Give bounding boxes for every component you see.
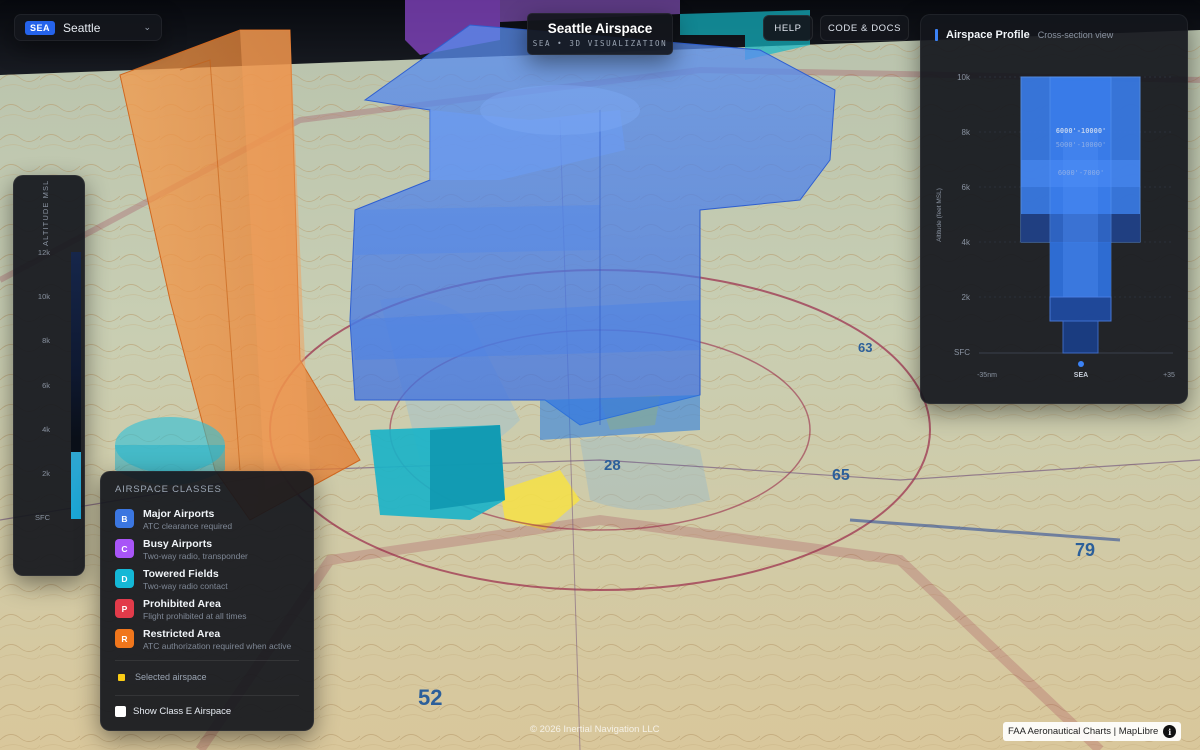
chevron-down-icon: ⌄ bbox=[143, 22, 151, 32]
profile-y-tick: 4k bbox=[962, 238, 971, 247]
legend-divider bbox=[115, 660, 299, 661]
airport-name: Seattle bbox=[63, 20, 101, 35]
profile-y-label: Altitude (feet MSL) bbox=[936, 188, 943, 242]
legend-item-prohibited[interactable]: P Prohibited Area Flight prohibited at a… bbox=[115, 597, 305, 625]
legend-badge: D bbox=[115, 569, 134, 588]
legend-item-name: Busy Airports bbox=[143, 538, 213, 550]
code-docs-button[interactable]: CODE & DOCS bbox=[820, 15, 909, 41]
legend-item-class-b[interactable]: B Major Airports ATC clearance required bbox=[115, 507, 305, 535]
altitude-slider-panel[interactable]: ALTITUDE MSL 12k 10k 8k 6k 4k 2k SFC bbox=[13, 175, 85, 576]
legend-item-desc: Flight prohibited at all times bbox=[143, 611, 247, 621]
selected-airspace-swatch bbox=[118, 674, 125, 681]
altitude-tick: SFC bbox=[35, 513, 50, 522]
map-label-28: 28 bbox=[604, 457, 621, 474]
altitude-tick: 8k bbox=[42, 336, 50, 345]
profile-x-tick: +35 bbox=[1163, 372, 1175, 379]
altitude-tick: 6k bbox=[42, 381, 50, 390]
airspace-legend: AIRSPACE CLASSES B Major Airports ATC cl… bbox=[100, 471, 314, 731]
legend-badge: B bbox=[115, 509, 134, 528]
legend-item-class-d[interactable]: D Towered Fields Two-way radio contact bbox=[115, 567, 305, 595]
legend-item-class-c[interactable]: C Busy Airports Two-way radio, transpond… bbox=[115, 537, 305, 565]
map-label-63: 63 bbox=[858, 340, 872, 355]
altitude-selected-range[interactable] bbox=[71, 452, 81, 519]
legend-badge: C bbox=[115, 539, 134, 558]
profile-band-label: 6000'-10000' bbox=[1056, 127, 1107, 135]
altitude-tick: 4k bbox=[42, 425, 50, 434]
attribution-text[interactable]: FAA Aeronautical Charts | MapLibre bbox=[1008, 726, 1158, 737]
profile-shelf bbox=[1049, 296, 1112, 322]
profile-y-tick: 2k bbox=[962, 293, 971, 302]
legend-divider bbox=[115, 695, 299, 696]
legend-item-desc: ATC authorization required when active bbox=[143, 641, 292, 651]
map-label-52: 52 bbox=[418, 685, 442, 710]
profile-y-tick: 10k bbox=[957, 73, 971, 82]
legend-item-desc: Two-way radio, transponder bbox=[143, 551, 248, 561]
legend-item-restricted[interactable]: R Restricted Area ATC authorization requ… bbox=[115, 627, 305, 655]
altitude-title: ALTITUDE MSL bbox=[41, 179, 50, 246]
class-e-label[interactable]: Show Class E Airspace bbox=[133, 706, 231, 717]
map-attribution: FAA Aeronautical Charts | MapLibre i bbox=[1003, 722, 1182, 741]
airspace-profile-panel: Airspace Profile Cross-section view 10k … bbox=[920, 14, 1188, 404]
profile-x-tick: -35nm bbox=[977, 372, 997, 379]
airport-code-badge: SEA bbox=[25, 20, 56, 35]
legend-item-name: Major Airports bbox=[143, 508, 215, 520]
profile-chart: 10k 8k 6k 4k 2k SFC Altitude (feet MSL) … bbox=[936, 73, 1175, 379]
altitude-tick: 10k bbox=[37, 292, 50, 301]
sea-marker-icon bbox=[1078, 361, 1084, 367]
info-icon[interactable]: i bbox=[1163, 725, 1177, 738]
help-button[interactable]: HELP bbox=[763, 15, 813, 41]
map-label-65: 65 bbox=[832, 467, 850, 484]
legend-item-name: Prohibited Area bbox=[143, 598, 221, 610]
profile-y-tick: SFC bbox=[954, 348, 970, 357]
legend-item-name: Towered Fields bbox=[143, 568, 219, 580]
profile-y-tick: 6k bbox=[962, 183, 971, 192]
legend-badge: R bbox=[115, 629, 134, 648]
altitude-tick: 2k bbox=[42, 469, 50, 478]
legend-item-name: Restricted Area bbox=[143, 628, 221, 640]
profile-y-tick: 8k bbox=[962, 128, 971, 137]
profile-x-tick: SEA bbox=[1074, 372, 1088, 379]
legend-item-desc: ATC clearance required bbox=[143, 521, 233, 531]
profile-band-label: 5000'-10000' bbox=[1056, 141, 1107, 149]
profile-shelf bbox=[1062, 320, 1099, 354]
page-title: Seattle Airspace bbox=[547, 21, 653, 36]
legend-item-desc: Two-way radio contact bbox=[143, 581, 228, 591]
altitude-tick: 12k bbox=[37, 248, 50, 257]
airport-selector[interactable]: SEA Seattle ⌄ bbox=[14, 14, 162, 41]
map-label-79: 79 bbox=[1075, 540, 1095, 560]
profile-band-label: 6000'-7000' bbox=[1058, 169, 1104, 177]
legend-badge: P bbox=[115, 599, 134, 618]
page-title-box: Seattle Airspace SEA • 3D VISUALIZATION bbox=[527, 13, 673, 55]
legend-title: AIRSPACE CLASSES bbox=[115, 484, 222, 495]
page-subtitle: SEA • 3D VISUALIZATION bbox=[532, 39, 668, 48]
copyright-text: © 2026 Inertial Navigation LLC bbox=[530, 724, 660, 735]
class-e-checkbox[interactable] bbox=[115, 706, 126, 717]
selected-airspace-label: Selected airspace bbox=[135, 672, 207, 682]
